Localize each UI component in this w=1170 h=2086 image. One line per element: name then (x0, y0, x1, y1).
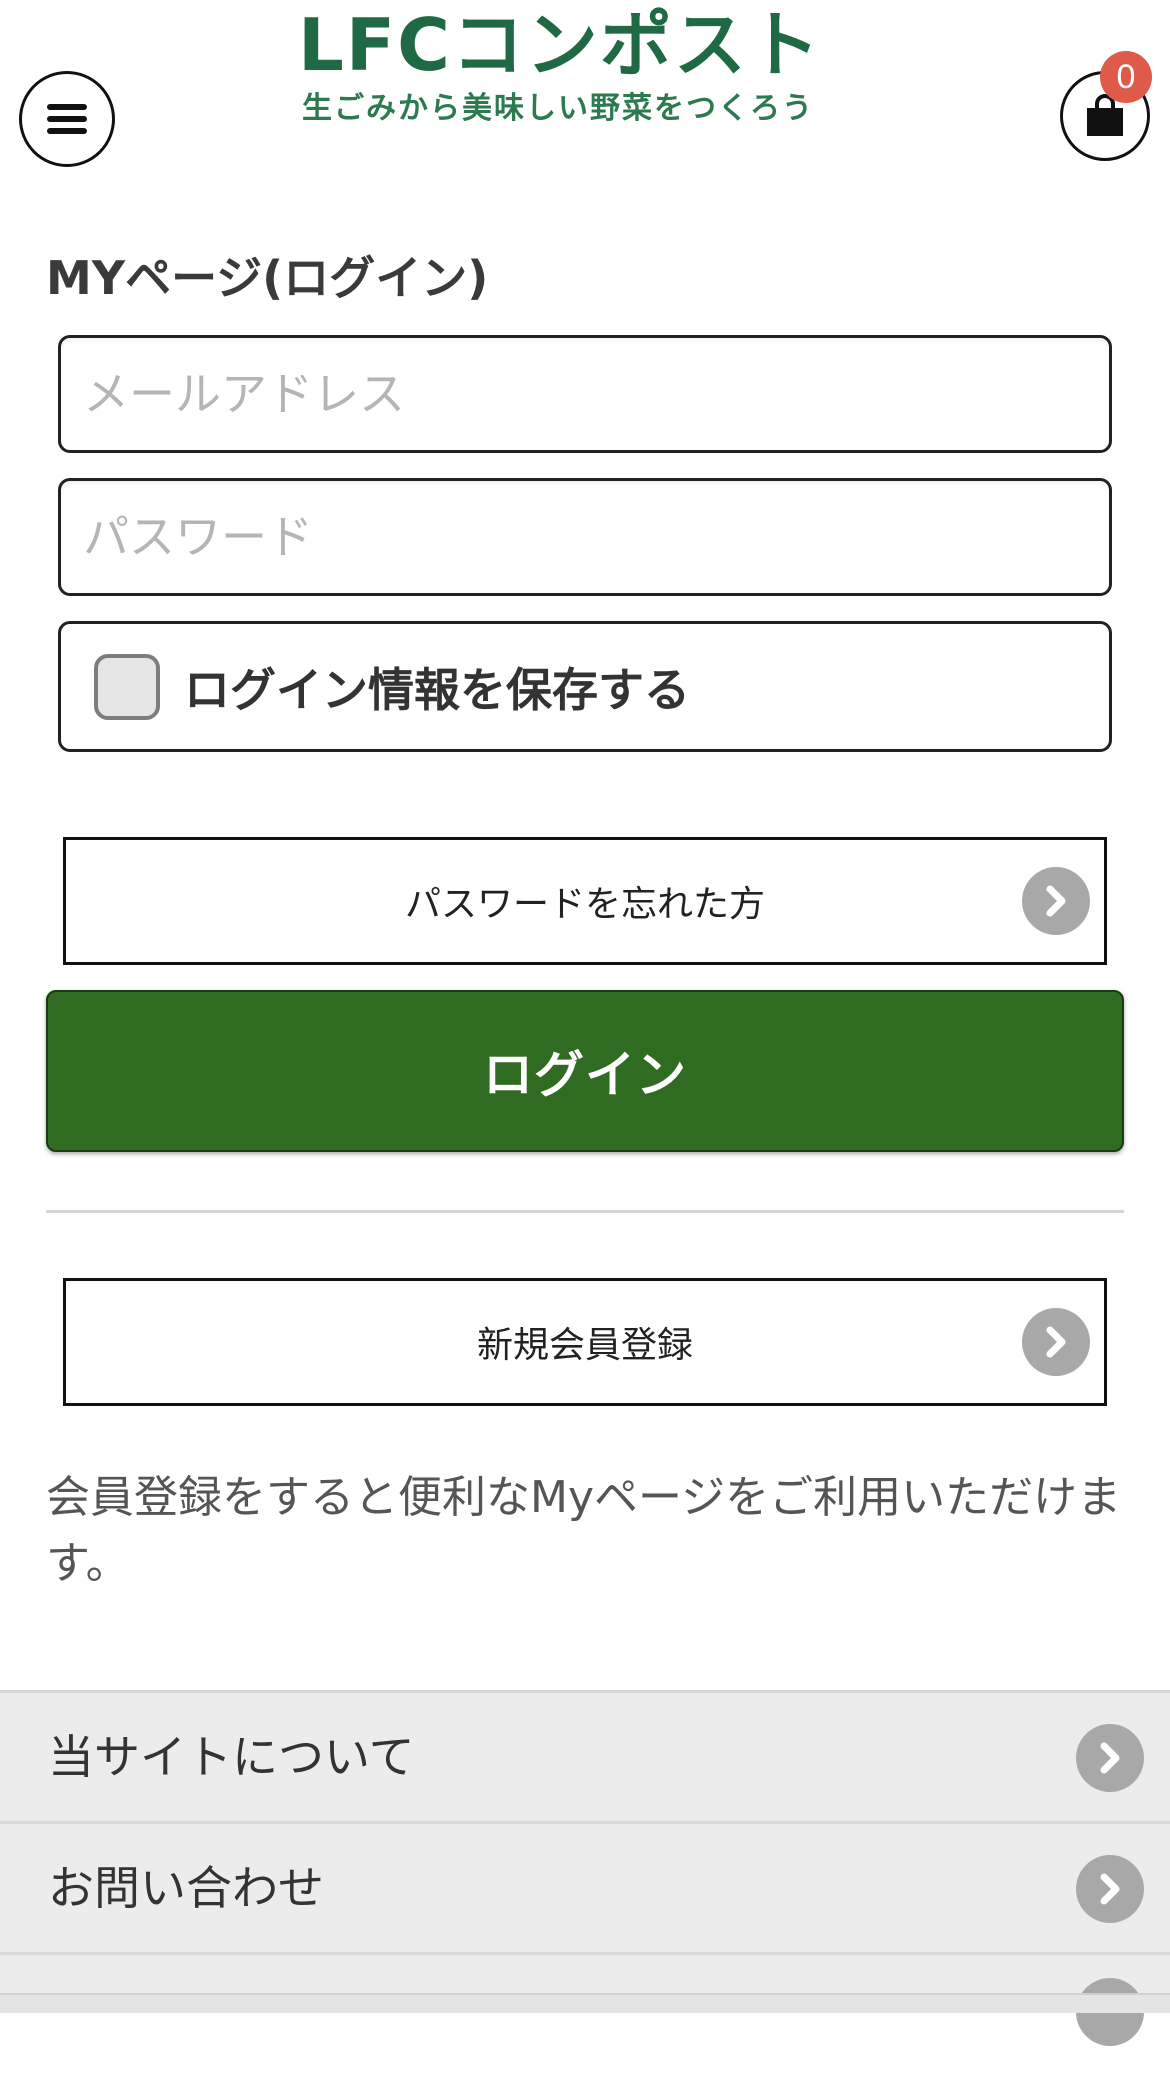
footer-nav: 当サイトについて お問い合わせ (0, 1690, 1170, 2046)
site-logo[interactable]: LFCコンポスト 生ごみから美味しい野菜をつくろう (290, 0, 890, 140)
footer-item-label: お問い合わせ (48, 1861, 324, 1915)
remember-checkbox[interactable] (94, 653, 160, 720)
register-label: 新規会員登録 (476, 1325, 693, 1366)
remember-login-toggle[interactable]: ログイン情報を保存する (58, 621, 1112, 752)
footer-item-next[interactable] (0, 1955, 1170, 2086)
divider (46, 1210, 1124, 1213)
footer-item-contact[interactable]: お問い合わせ (0, 1824, 1170, 1955)
register-info-text: 会員登録をすると便利なMyページをご利用いただけます。 (46, 1472, 1122, 1589)
remember-label: ログイン情報を保存する (184, 662, 690, 717)
footer-item-about[interactable]: 当サイトについて (0, 1693, 1170, 1824)
forgot-password-button[interactable]: パスワードを忘れた方 (63, 837, 1107, 965)
email-input[interactable] (58, 335, 1112, 453)
footer-item-label: 当サイトについて (48, 1730, 415, 1784)
forgot-password-label: パスワードを忘れた方 (404, 884, 765, 925)
site-header: LFCコンポスト 生ごみから美味しい野菜をつくろう 0 (0, 0, 1170, 180)
logo-tagline: 生ごみから美味しい野菜をつくろう (302, 91, 814, 126)
chevron-right-circle-icon (1022, 867, 1090, 935)
login-button-label: ログイン (483, 1046, 687, 1104)
logo-title: LFCコンポスト (298, 3, 822, 87)
chevron-right-circle-icon (1022, 1308, 1090, 1376)
cart-count-badge: 0 (1100, 51, 1152, 103)
page-title: MYページ(ログイン) (46, 251, 489, 305)
chevron-right-circle-icon (1076, 1855, 1144, 1923)
login-button[interactable]: ログイン (46, 990, 1124, 1152)
chevron-right-circle-icon (1076, 1724, 1144, 1792)
register-button[interactable]: 新規会員登録 (63, 1278, 1107, 1406)
menu-button[interactable] (19, 71, 115, 167)
bottom-bar (0, 1993, 1170, 2013)
hamburger-icon (47, 104, 87, 134)
password-input[interactable] (58, 478, 1112, 596)
